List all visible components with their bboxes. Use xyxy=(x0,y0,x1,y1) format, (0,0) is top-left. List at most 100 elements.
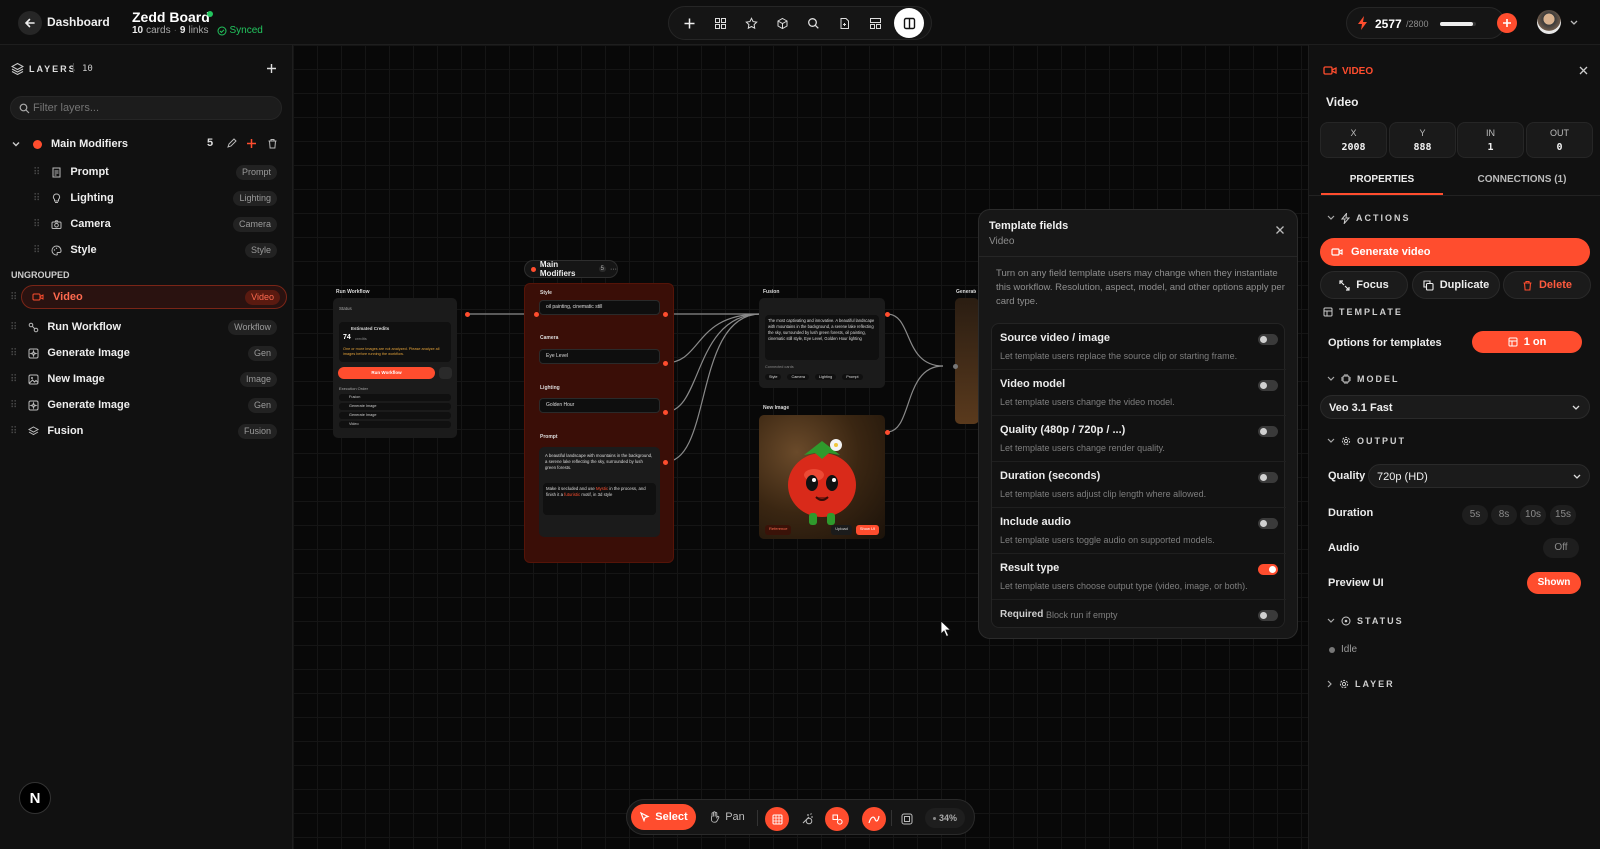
add-card-button[interactable] xyxy=(677,11,701,35)
output-port[interactable] xyxy=(885,430,890,435)
zoom-indicator[interactable]: 34% xyxy=(925,808,965,828)
layer-group-main-modifiers[interactable]: Main Modifiers 5 xyxy=(11,132,283,156)
drag-handle-icon[interactable]: ⠿ xyxy=(33,167,40,178)
fusion-node[interactable]: The most captivating and innovative. A b… xyxy=(759,298,885,388)
upload-button[interactable]: Upload xyxy=(831,525,852,535)
drag-handle-icon[interactable]: ⠿ xyxy=(10,426,17,437)
field-toggle[interactable] xyxy=(1258,334,1278,345)
shapes-button[interactable] xyxy=(825,807,849,831)
reference-button[interactable]: Reference xyxy=(765,525,792,535)
pan-tool-button[interactable]: Pan xyxy=(703,804,751,830)
drag-handle-icon[interactable]: ⠿ xyxy=(33,245,40,256)
filter-layers[interactable] xyxy=(10,96,282,120)
route-button[interactable] xyxy=(862,807,886,831)
trash-icon[interactable] xyxy=(267,138,278,149)
layer-item-lighting[interactable]: ⠿ Lighting Lighting xyxy=(33,186,277,210)
input-port[interactable] xyxy=(534,312,539,317)
layer-item-fusion[interactable]: ⠿ Fusion Fusion xyxy=(10,419,277,443)
layer-item-generate-image[interactable]: ⠿ Generate Image Gen xyxy=(10,341,277,365)
field-video-model[interactable]: Video model Let template users change th… xyxy=(992,370,1286,416)
quality-select[interactable]: 720p (HD) xyxy=(1368,464,1590,488)
actions-section-header[interactable]: ACTIONS xyxy=(1327,211,1411,225)
lighting-field[interactable]: Golden Hour xyxy=(539,398,660,413)
layer-item-generate-image-2[interactable]: ⠿ Generate Image Gen xyxy=(10,393,277,417)
add-credits-button[interactable] xyxy=(1497,13,1517,33)
drag-handle-icon[interactable]: ⠿ xyxy=(10,400,17,411)
generate-node[interactable] xyxy=(955,298,979,424)
duration-5s[interactable]: 5s xyxy=(1462,505,1488,525)
drag-handle-icon[interactable]: ⠿ xyxy=(10,348,17,359)
search-button[interactable] xyxy=(801,11,825,35)
delete-button[interactable]: Delete xyxy=(1503,271,1591,299)
field-toggle[interactable] xyxy=(1258,426,1278,437)
duration-10s[interactable]: 10s xyxy=(1520,505,1546,525)
audio-toggle[interactable]: Off xyxy=(1543,538,1579,558)
grid-button[interactable] xyxy=(708,11,732,35)
field-toggle[interactable] xyxy=(1258,380,1278,391)
tab-connections[interactable]: CONNECTIONS (1) xyxy=(1455,169,1589,195)
select-tool-button[interactable]: Select xyxy=(631,804,696,830)
avatar[interactable] xyxy=(1537,10,1561,34)
chevron-down-icon[interactable] xyxy=(1570,20,1578,26)
duration-8s[interactable]: 8s xyxy=(1491,505,1517,525)
panel-toggle-button[interactable] xyxy=(894,8,924,38)
focus-button[interactable]: Focus xyxy=(1320,271,1408,299)
duplicate-button[interactable]: Duplicate xyxy=(1412,271,1500,299)
model-section-header[interactable]: MODEL xyxy=(1327,372,1400,386)
layer-section-header[interactable]: LAYER xyxy=(1327,677,1395,691)
template-section-header[interactable]: TEMPLATE xyxy=(1323,305,1403,319)
field-source-video[interactable]: Source video / image Let template users … xyxy=(992,324,1286,370)
back-button[interactable] xyxy=(18,11,42,35)
more-icon[interactable]: ··· xyxy=(610,266,617,273)
drag-handle-icon[interactable]: ⠿ xyxy=(10,292,17,303)
app-logo[interactable]: N xyxy=(19,782,51,814)
board-title[interactable]: Zedd Board xyxy=(132,9,210,25)
fusion-text[interactable]: The most captivating and innovative. A b… xyxy=(765,315,879,360)
drag-handle-icon[interactable]: ⠿ xyxy=(33,219,40,230)
pencil-icon[interactable] xyxy=(226,138,237,149)
output-port[interactable] xyxy=(663,460,668,465)
prompt-card[interactable]: A beautiful landscape with mountains in … xyxy=(539,447,660,537)
new-image-node[interactable]: Reference Upload Show UI xyxy=(759,415,885,539)
layer-item-camera[interactable]: ⠿ Camera Camera xyxy=(33,212,277,236)
field-toggle[interactable] xyxy=(1258,564,1278,575)
group-header-chip[interactable]: Main Modifiers 5 ··· xyxy=(524,260,618,278)
field-toggle[interactable] xyxy=(1258,472,1278,483)
layer-item-video[interactable]: Video Video xyxy=(21,285,287,309)
output-port[interactable] xyxy=(663,361,668,366)
output-port[interactable] xyxy=(663,312,668,317)
main-modifiers-group[interactable]: Style oil painting, cinematic still Came… xyxy=(524,283,674,563)
layout-button[interactable] xyxy=(863,11,887,35)
magic-connect-button[interactable] xyxy=(795,807,819,831)
add-layer-icon[interactable] xyxy=(266,63,277,74)
layer-item-style[interactable]: ⠿ Style Style xyxy=(33,238,277,262)
preview-toggle[interactable]: Shown xyxy=(1527,572,1581,594)
favorites-button[interactable] xyxy=(739,11,763,35)
close-icon[interactable] xyxy=(1275,225,1285,235)
layer-item-run-workflow[interactable]: ⠿ Run Workflow Workflow xyxy=(10,315,277,339)
close-icon[interactable] xyxy=(1579,66,1588,75)
tab-properties[interactable]: PROPERTIES xyxy=(1321,169,1443,195)
template-options-button[interactable]: 1 on xyxy=(1472,331,1582,353)
field-duration[interactable]: Duration (seconds) Let template users ad… xyxy=(992,462,1286,508)
minimap-button[interactable] xyxy=(895,807,919,831)
run-options-button[interactable] xyxy=(439,367,452,379)
duration-15s[interactable]: 15s xyxy=(1550,505,1576,525)
run-workflow-button[interactable]: Run Workflow xyxy=(338,367,435,379)
inspector-name[interactable]: Video xyxy=(1326,95,1358,109)
output-port[interactable] xyxy=(885,312,890,317)
run-workflow-node[interactable]: Status Estimated Credits 74 credits One … xyxy=(333,298,457,438)
plus-icon[interactable] xyxy=(246,138,257,149)
drag-handle-icon[interactable]: ⠿ xyxy=(10,374,17,385)
field-toggle[interactable] xyxy=(1258,518,1278,529)
output-section-header[interactable]: OUTPUT xyxy=(1327,434,1406,448)
show-ui-button[interactable]: Show UI xyxy=(855,525,879,535)
input-port[interactable] xyxy=(953,364,958,369)
back-label[interactable]: Dashboard xyxy=(47,15,110,29)
drag-handle-icon[interactable]: ⠿ xyxy=(33,193,40,204)
layer-item-prompt[interactable]: ⠿ Prompt Prompt xyxy=(33,160,277,184)
status-section-header[interactable]: STATUS xyxy=(1327,614,1404,628)
grid-snap-button[interactable] xyxy=(765,807,789,831)
field-result-type[interactable]: Result type Let template users choose ou… xyxy=(992,554,1286,600)
credits-meter[interactable]: 2577 /2800 xyxy=(1346,7,1505,39)
